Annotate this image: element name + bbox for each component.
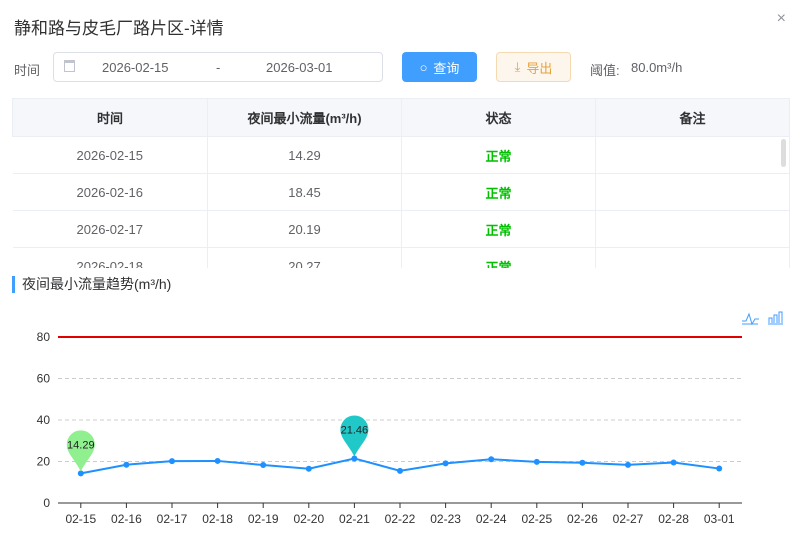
range-separator: - xyxy=(216,60,221,75)
cell-time: 2026-02-17 xyxy=(12,210,208,248)
y-tick-label: 40 xyxy=(37,413,51,427)
data-point[interactable] xyxy=(625,461,631,468)
trend-chart: 0 20 40 60 80 02-15 02-16 02-17 02-18 02-19 02-20 0… xyxy=(37,311,783,526)
cell-flow: 18.45 xyxy=(207,173,402,211)
data-point[interactable] xyxy=(260,462,267,469)
x-tick-label: 02-28 xyxy=(658,512,689,526)
data-point[interactable] xyxy=(442,460,449,467)
cell-status: 正常 xyxy=(401,210,596,248)
download-icon: ⤓ xyxy=(514,59,521,74)
table-row[interactable]: 2026-02-17 20.19 正常 xyxy=(12,210,790,248)
table-row[interactable]: 2026-02-16 18.45 正常 xyxy=(12,173,790,211)
data-point[interactable] xyxy=(533,458,540,465)
query-button[interactable]: ○ 查询 xyxy=(402,52,477,82)
x-tick-label: 02-21 xyxy=(339,512,370,526)
start-date-input[interactable]: 2026-02-15 xyxy=(102,60,169,75)
cell-remark xyxy=(595,210,790,248)
data-point[interactable] xyxy=(670,459,677,466)
y-tick-label: 20 xyxy=(37,455,51,469)
cell-time: 2026-02-15 xyxy=(12,136,208,174)
x-tick-label: 02-27 xyxy=(613,512,644,526)
col-header-flow: 夜间最小流量(m³/h) xyxy=(207,98,402,137)
calendar-icon xyxy=(64,60,75,72)
table-row[interactable]: 2026-02-18 20.27 正常 xyxy=(12,247,790,268)
search-icon: ○ xyxy=(419,59,428,75)
cell-status: 正常 xyxy=(401,136,596,174)
cell-status: 正常 xyxy=(401,173,596,211)
cell-flow: 20.27 xyxy=(207,247,402,268)
data-table: 时间 夜间最小流量(m³/h) 状态 备注 2026-02-15 14.29 正常 2… xyxy=(12,98,790,268)
cell-flow: 20.19 xyxy=(207,210,402,248)
col-header-remark: 备注 xyxy=(595,98,790,137)
cell-status: 正常 xyxy=(401,247,596,268)
x-tick-label: 02-15 xyxy=(65,512,96,526)
time-label: 时间 xyxy=(14,63,41,78)
data-point[interactable] xyxy=(305,465,312,472)
cell-time: 2026-02-16 xyxy=(12,173,208,211)
markpoint-label: 21.46 xyxy=(341,424,369,436)
col-header-status: 状态 xyxy=(401,98,596,137)
y-tick-label: 60 xyxy=(37,372,51,386)
y-tick-label: 80 xyxy=(37,330,51,344)
y-tick-label: 0 xyxy=(43,496,50,510)
cell-remark xyxy=(595,173,790,211)
x-tick-label: 02-22 xyxy=(385,512,416,526)
end-date-input[interactable]: 2026-03-01 xyxy=(266,60,333,75)
threshold-label: 阈值: xyxy=(590,63,620,78)
dialog-title: 静和路与皮毛厂路片区-详情 xyxy=(14,19,224,38)
col-header-time: 时间 xyxy=(12,98,208,137)
x-tick-label: 02-16 xyxy=(111,512,142,526)
cell-flow: 14.29 xyxy=(207,136,402,174)
bar-chart-icon[interactable] xyxy=(768,311,783,325)
close-icon[interactable]: × xyxy=(777,10,786,28)
data-point[interactable] xyxy=(397,467,403,474)
table-row[interactable]: 2026-02-15 14.29 正常 xyxy=(12,136,790,174)
data-point[interactable] xyxy=(214,457,221,464)
x-tick-label: 02-24 xyxy=(476,512,507,526)
x-tick-label: 03-01 xyxy=(704,512,735,526)
x-tick-label: 02-25 xyxy=(521,512,552,526)
cell-remark xyxy=(595,136,790,174)
date-range-picker[interactable]: 2026-02-15 - 2026-03-01 xyxy=(53,52,383,82)
line-chart-icon[interactable] xyxy=(742,312,759,326)
x-tick-label: 02-26 xyxy=(567,512,598,526)
threshold-value: 80.0m³/h xyxy=(631,60,683,75)
export-button[interactable]: ⤓ 导出 xyxy=(496,52,571,82)
x-tick-label: 02-23 xyxy=(430,512,461,526)
data-point[interactable] xyxy=(123,461,130,468)
x-tick-label: 02-19 xyxy=(248,512,279,526)
data-point[interactable] xyxy=(169,458,175,465)
data-point[interactable] xyxy=(579,459,586,466)
chart-section-title: 夜间最小流量趋势(m³/h) xyxy=(12,276,171,293)
markpoint-label: 14.29 xyxy=(67,439,95,451)
cell-time: 2026-02-18 xyxy=(12,247,208,268)
x-tick-label: 02-17 xyxy=(157,512,188,526)
x-tick-label: 02-20 xyxy=(293,512,324,526)
cell-remark xyxy=(595,247,790,268)
x-tick-label: 02-18 xyxy=(202,512,233,526)
data-point[interactable] xyxy=(488,456,495,463)
table-scrollbar[interactable] xyxy=(781,139,786,167)
data-point[interactable] xyxy=(716,465,723,472)
